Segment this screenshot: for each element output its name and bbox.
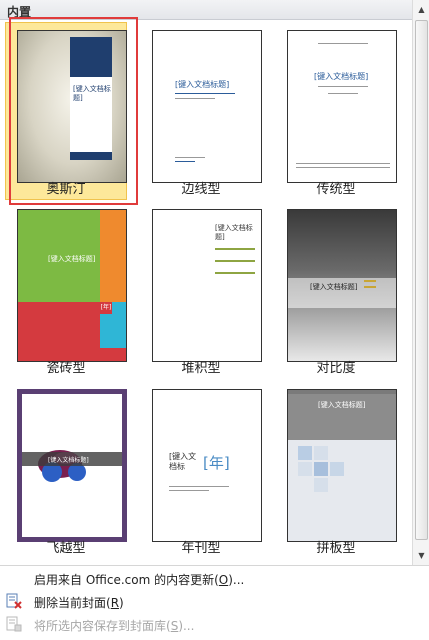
gallery-item-label: 瓷砖型 bbox=[46, 361, 86, 376]
tiles-red-block bbox=[18, 302, 100, 348]
sideline-title-text: [键入文档标题] bbox=[175, 80, 230, 89]
traditional-subtitle-line bbox=[318, 86, 368, 87]
stacks-title-text: [键入文档标题] bbox=[215, 224, 253, 241]
contrast-chevron-icon bbox=[364, 280, 376, 288]
save-page-icon bbox=[5, 616, 23, 632]
traditional-title-text: [键入文档标题] bbox=[314, 72, 369, 81]
thumbnail-austin: [键入文档标题] bbox=[17, 30, 127, 183]
austin-title-text: [键入文档标题] bbox=[73, 85, 111, 102]
thumbnail-traditional: [键入文档标题] bbox=[287, 30, 397, 183]
austin-footer-bar bbox=[70, 152, 112, 160]
gallery-item-label: 奥斯汀 bbox=[46, 182, 86, 197]
gallery-item-label: 堆积型 bbox=[181, 361, 221, 376]
suffix-text: )... bbox=[228, 573, 245, 587]
cover-page-gallery: [键入文档标题] 奥斯汀 [键入文档标题] 边线型 [键入文档标题] 传统型 [… bbox=[0, 20, 412, 565]
puzzle-tile bbox=[314, 462, 328, 476]
puzzle-title-text: [键入文档标题] bbox=[318, 401, 366, 409]
annual-year-text: [年] bbox=[203, 454, 230, 472]
thumbnail-puzzle: [键入文档标题] bbox=[287, 389, 397, 542]
annual-title-text: [键入文档标 bbox=[169, 452, 197, 471]
gallery-scrollbar[interactable]: ▲ ▼ bbox=[412, 0, 429, 565]
scroll-thumb[interactable] bbox=[415, 20, 428, 540]
traditional-bottom-line bbox=[296, 163, 390, 164]
menu-item-label: 将所选内容保存到封面库(S)... bbox=[34, 617, 194, 634]
austin-title-block bbox=[70, 37, 112, 77]
label-text: 将所选内容保存到封面库( bbox=[34, 619, 171, 633]
puzzle-tile bbox=[298, 446, 312, 460]
sideline-date-line bbox=[175, 161, 195, 162]
delete-page-icon bbox=[5, 593, 23, 609]
flyby-car-image-icon bbox=[38, 450, 86, 482]
puzzle-tile bbox=[314, 478, 328, 492]
gallery-item-label: 拼板型 bbox=[316, 541, 356, 556]
sideline-rule bbox=[175, 93, 235, 94]
menu-item-save-to-gallery[interactable]: 将所选内容保存到封面库(S)... bbox=[0, 613, 429, 635]
contrast-title-text: [键入文档标题] bbox=[310, 283, 358, 291]
puzzle-tile bbox=[314, 446, 328, 460]
puzzle-tile bbox=[330, 462, 344, 476]
menu-item-remove-cover[interactable]: 删除当前封面(R) bbox=[0, 590, 429, 612]
puzzle-title-band: [键入文档标题] bbox=[288, 394, 396, 440]
gallery-item-traditional[interactable]: [键入文档标题] 传统型 bbox=[275, 22, 397, 200]
gallery-item-label: 飞越型 bbox=[46, 541, 86, 556]
stacks-rule-2 bbox=[215, 260, 255, 262]
scroll-up-button[interactable]: ▲ bbox=[414, 1, 429, 17]
label-text: 删除当前封面( bbox=[34, 596, 111, 610]
thumbnail-contrast: [键入文档标题] bbox=[287, 209, 397, 362]
scroll-down-button[interactable]: ▼ bbox=[414, 547, 429, 563]
puzzle-tile bbox=[298, 462, 312, 476]
gallery-item-annual[interactable]: [键入文档标 [年] 年刊型 bbox=[140, 381, 262, 559]
gallery-item-label: 对比度 bbox=[316, 361, 356, 376]
tiles-year-badge: [年] bbox=[100, 302, 112, 314]
flyby-title-band: [键入文档标题] bbox=[22, 452, 122, 466]
puzzle-content bbox=[288, 440, 396, 541]
suffix-text: ) bbox=[119, 596, 124, 610]
contrast-title-band: [键入文档标题] bbox=[288, 278, 396, 308]
stacks-rule-3 bbox=[215, 272, 255, 274]
menu-item-office-updates[interactable]: 启用来自 Office.com 的内容更新(O)... bbox=[0, 567, 429, 589]
gallery-item-contrast[interactable]: [键入文档标题] 对比度 bbox=[275, 201, 397, 379]
tiles-green-block: [键入文档标题] bbox=[18, 210, 100, 302]
traditional-subtitle-line-2 bbox=[328, 93, 358, 94]
triangle-down-icon: ▼ bbox=[418, 550, 425, 560]
tiles-title-text: [键入文档标题] bbox=[48, 255, 96, 263]
stacks-rule-1 bbox=[215, 248, 255, 250]
gallery-menu: 启用来自 Office.com 的内容更新(O)... 删除当前封面(R) 将所… bbox=[0, 565, 429, 640]
thumbnail-sideline: [键入文档标题] bbox=[152, 30, 262, 183]
austin-content-block: [键入文档标题] bbox=[70, 77, 112, 152]
thumbnail-annual: [键入文档标 [年] bbox=[152, 389, 262, 542]
traditional-bottom-line-2 bbox=[296, 167, 390, 168]
menu-item-label: 删除当前封面(R) bbox=[34, 594, 124, 611]
triangle-up-icon: ▲ bbox=[418, 4, 425, 14]
sideline-subtitle-line bbox=[175, 98, 215, 99]
gallery-header-label: 内置 bbox=[7, 5, 32, 19]
hotkey-text: O bbox=[218, 573, 229, 587]
gallery-item-sideline[interactable]: [键入文档标题] 边线型 bbox=[140, 22, 262, 200]
gallery-item-stacks[interactable]: [键入文档标题] 堆积型 bbox=[140, 201, 262, 379]
label-text: 启用来自 Office.com 的内容更新( bbox=[34, 573, 219, 587]
gallery-item-label: 年刊型 bbox=[181, 541, 221, 556]
gallery-item-tiles[interactable]: [键入文档标题] [年] 瓷砖型 bbox=[5, 201, 127, 379]
tiles-orange-block bbox=[100, 210, 126, 302]
gallery-item-label: 边线型 bbox=[181, 182, 221, 197]
gallery-item-austin[interactable]: [键入文档标题] 奥斯汀 bbox=[5, 22, 127, 200]
suffix-text: )... bbox=[178, 619, 195, 633]
gallery-header: 内置 bbox=[0, 0, 412, 20]
sideline-author-line bbox=[175, 157, 205, 158]
annual-rule-2 bbox=[169, 490, 209, 491]
annual-rule bbox=[169, 486, 229, 487]
hotkey-text: R bbox=[110, 596, 120, 610]
traditional-top-line bbox=[318, 43, 368, 44]
gallery-item-flyby[interactable]: [键入文档标题] 飞越型 bbox=[5, 381, 127, 559]
thumbnail-stacks: [键入文档标题] bbox=[152, 209, 262, 362]
thumbnail-tiles: [键入文档标题] [年] bbox=[17, 209, 127, 362]
thumbnail-flyby: [键入文档标题] bbox=[17, 389, 127, 542]
gallery-item-label: 传统型 bbox=[316, 182, 356, 197]
menu-item-label: 启用来自 Office.com 的内容更新(O)... bbox=[34, 571, 244, 588]
gallery-item-puzzle[interactable]: [键入文档标题] 拼板型 bbox=[275, 381, 397, 559]
flyby-title-text: [键入文档标题] bbox=[48, 457, 89, 464]
